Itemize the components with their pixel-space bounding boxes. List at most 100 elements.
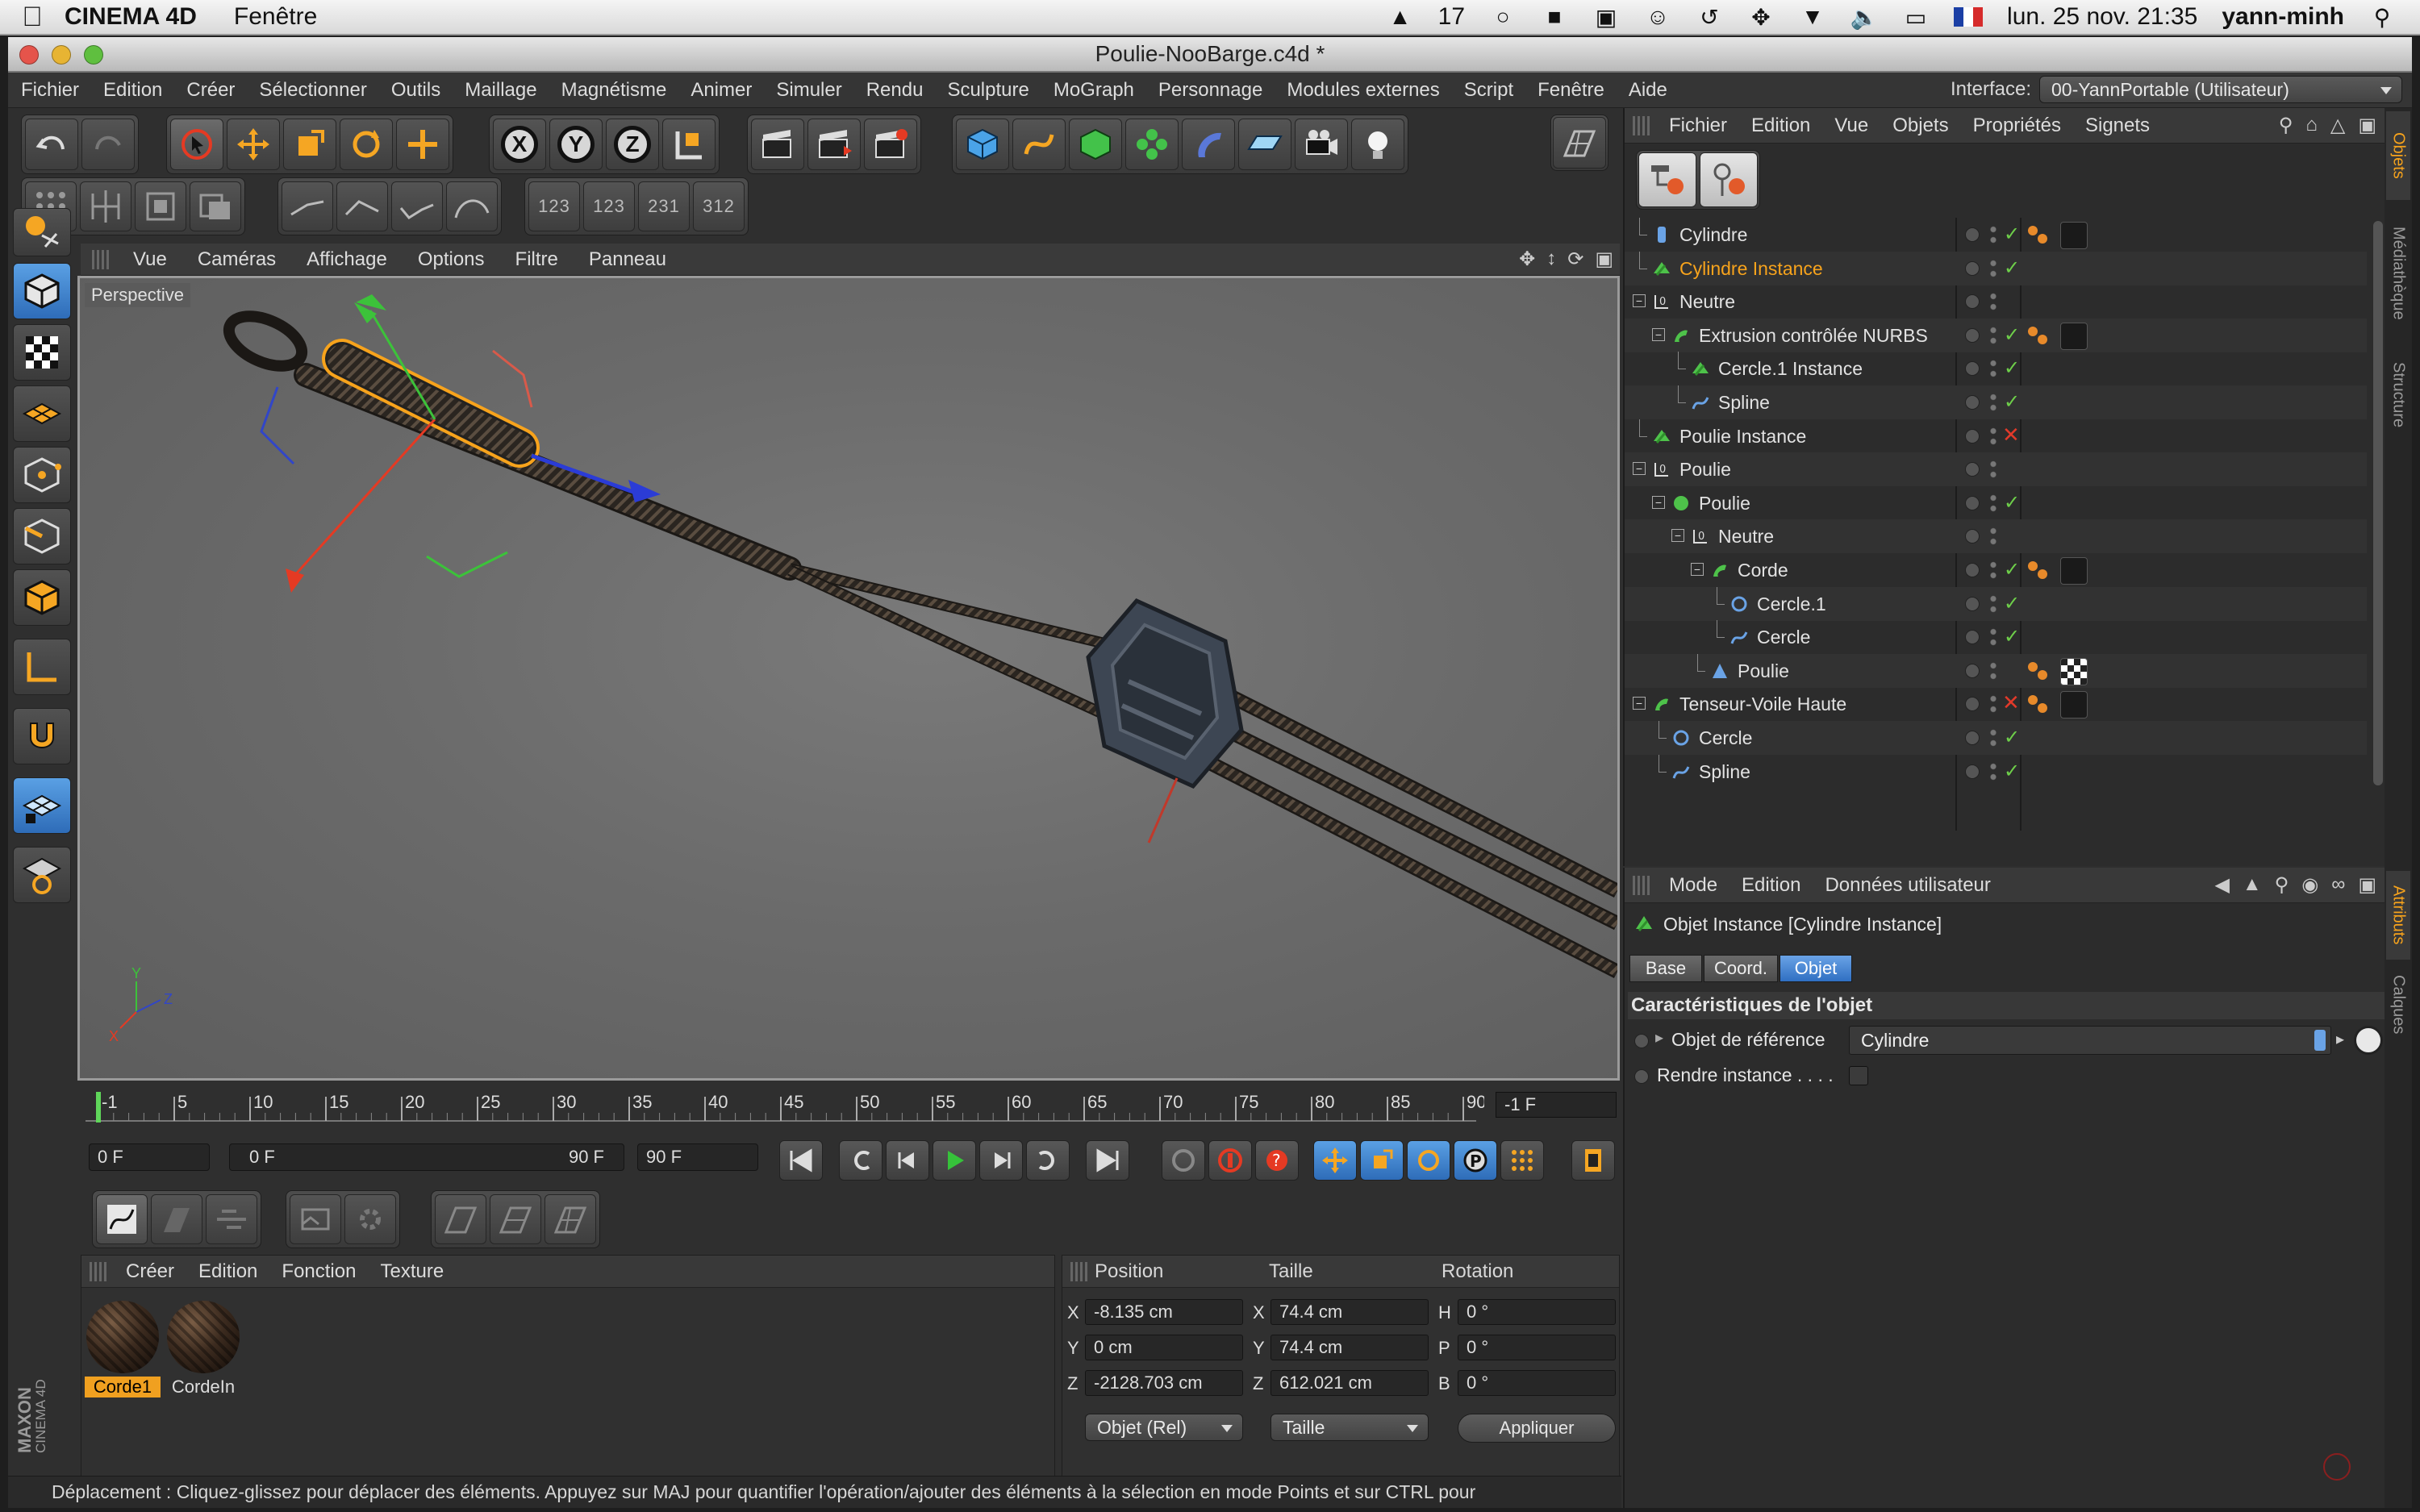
lock-icon[interactable]: ◉ (2301, 873, 2318, 897)
expand-toggle-icon[interactable]: − (1652, 327, 1665, 341)
rope-main[interactable] (294, 363, 802, 581)
viewport-menu-filtre[interactable]: Filtre (500, 248, 574, 271)
timeline-layout-button[interactable] (96, 1194, 148, 1244)
enabled-check-icon[interactable]: ✓ (2004, 726, 2020, 749)
object-menu-objets[interactable]: Objets (1880, 115, 1960, 137)
phong-tag-icon[interactable] (2026, 560, 2051, 581)
camera-button[interactable] (1295, 119, 1348, 170)
apple-icon[interactable]:  (0, 2, 65, 33)
enabled-check-icon[interactable]: ✓ (2004, 625, 2020, 648)
tab-base[interactable]: Base (1629, 955, 1702, 982)
object-row[interactable]: − 0 Poulie (1625, 452, 2367, 487)
visibility-dot-icon[interactable] (1965, 495, 1980, 510)
enabled-check-icon[interactable]: ✓ (2004, 323, 2020, 347)
material-tag-icon[interactable] (2060, 691, 2088, 719)
key-scale-button[interactable] (1360, 1140, 1404, 1181)
menu-personnage[interactable]: Personnage (1146, 79, 1275, 102)
visibility-dot-icon[interactable] (1965, 596, 1980, 611)
key-parameter-button[interactable]: P (1454, 1140, 1497, 1181)
uvw-tag-icon[interactable] (2060, 657, 2088, 685)
editor-render-dots-icon[interactable] (1989, 392, 1997, 413)
viewport-menu-panneau[interactable]: Panneau (574, 248, 682, 271)
order-123-button[interactable]: 123 (528, 181, 580, 231)
move-button[interactable] (227, 119, 280, 170)
record-key-button[interactable] (1208, 1140, 1252, 1181)
viewport-menu-cameras[interactable]: Caméras (182, 248, 291, 271)
object-menu-proprietes[interactable]: Propriétés (1961, 115, 2073, 137)
spline-button[interactable] (1012, 119, 1066, 170)
menu-edition[interactable]: Edition (91, 79, 174, 102)
adobe-icon[interactable]: ▲ (1387, 4, 1414, 29)
goto-end-button[interactable] (1086, 1140, 1129, 1181)
phong-tag-icon[interactable] (2026, 224, 2051, 245)
editor-render-dots-icon[interactable] (1989, 526, 1997, 548)
key-position-button[interactable] (1313, 1140, 1357, 1181)
workplane-button[interactable] (13, 208, 71, 256)
goto-start-button[interactable] (779, 1140, 823, 1181)
panel-grip-icon[interactable] (92, 249, 110, 269)
menu-mograph[interactable]: MoGraph (1041, 79, 1146, 102)
expand-toggle-icon[interactable]: − (1633, 462, 1646, 476)
editor-render-dots-icon[interactable] (1989, 593, 1997, 614)
spline-freehand-button[interactable] (282, 181, 333, 231)
orbit-view-icon[interactable]: ⟳ (1567, 248, 1583, 271)
menu-fichier[interactable]: Fichier (8, 79, 91, 102)
menu-outils[interactable]: Outils (379, 79, 453, 102)
editor-render-dots-icon[interactable] (1989, 627, 1997, 648)
menu-magnetisme[interactable]: Magnétisme (549, 79, 679, 102)
visibility-dot-icon[interactable] (1965, 731, 1980, 745)
close-window-icon[interactable] (19, 45, 39, 65)
editor-render-dots-icon[interactable] (1989, 694, 1997, 715)
motion-mode-button[interactable] (206, 1194, 257, 1244)
app-menu[interactable]: CINEMA 4D (65, 3, 197, 31)
visibility-dot-icon[interactable] (1965, 764, 1980, 779)
object-row[interactable]: Cercle ✓ (1625, 620, 2367, 654)
enabled-check-icon[interactable]: ✓ (2004, 356, 2020, 380)
material-tag-icon[interactable] (2060, 322, 2088, 350)
rotation-p-input[interactable]: 0 ° (1458, 1335, 1616, 1360)
reference-expand-icon[interactable]: ▸ (1655, 1027, 1663, 1048)
object-row[interactable]: Cercle.1 ✓ (1625, 586, 2367, 621)
enabled-check-icon[interactable]: ✓ (2004, 558, 2020, 581)
menu-script[interactable]: Script (1452, 79, 1525, 102)
vtab-mediatheque[interactable]: Médiathèque (2386, 205, 2410, 342)
object-tree[interactable]: Cylindre ✓ Cylindre Instance ✓ −0 Neutre − Extr… (1625, 218, 2367, 866)
visibility-dot-icon[interactable] (1965, 630, 1980, 645)
visibility-dot-icon[interactable] (1965, 697, 1980, 712)
object-menu-fichier[interactable]: Fichier (1657, 115, 1739, 137)
apply-button[interactable]: Appliquer (1458, 1414, 1616, 1443)
visibility-dot-icon[interactable] (1965, 361, 1980, 377)
timeline-window-button[interactable] (1571, 1140, 1615, 1181)
order-231-button[interactable]: 231 (638, 181, 690, 231)
editor-render-dots-icon[interactable] (1989, 727, 1997, 748)
search-icon[interactable]: ⚲ (2275, 873, 2289, 897)
viewport-menu-vue[interactable]: Vue (118, 248, 182, 271)
editor-render-dots-icon[interactable] (1989, 358, 1997, 380)
instance-tool-button[interactable] (190, 181, 241, 231)
nurbs-button[interactable] (1069, 119, 1122, 170)
editor-render-dots-icon[interactable] (1989, 560, 1997, 581)
position-x-input[interactable]: -8.135 cm (1085, 1299, 1243, 1325)
render-instance-checkbox[interactable] (1849, 1066, 1868, 1085)
editor-render-dots-icon[interactable] (1989, 257, 1997, 279)
phong-tag-icon[interactable] (2026, 325, 2051, 346)
edges-mode-button[interactable] (13, 508, 71, 564)
new-panel-icon[interactable]: ▣ (2358, 873, 2376, 897)
picture-viewer-button[interactable] (290, 1194, 341, 1244)
new-panel-icon[interactable]: ▣ (2358, 114, 2376, 137)
menu-maillage[interactable]: Maillage (453, 79, 549, 102)
panel-grip-icon[interactable] (1070, 1261, 1088, 1281)
vtab-objets[interactable]: Objets (2386, 111, 2410, 200)
size-x-input[interactable]: 74.4 cm (1270, 1299, 1429, 1325)
visibility-dot-icon[interactable] (1965, 563, 1980, 577)
object-row[interactable]: Spline ✓ (1625, 385, 2367, 419)
link-icon[interactable]: ∞ (2331, 873, 2345, 897)
material-menu-creer[interactable]: Créer (114, 1260, 186, 1283)
coordinate-mode-dropdown[interactable]: Objet (Rel) (1085, 1414, 1243, 1441)
connect-button[interactable] (135, 181, 186, 231)
home-icon[interactable]: ⌂ (2305, 114, 2318, 137)
visibility-dot-icon[interactable] (1965, 327, 1980, 343)
spotlight-icon[interactable]: ⚲ (2368, 5, 2396, 30)
mograph-button[interactable] (1125, 119, 1179, 170)
expand-toggle-icon[interactable]: − (1671, 529, 1684, 543)
